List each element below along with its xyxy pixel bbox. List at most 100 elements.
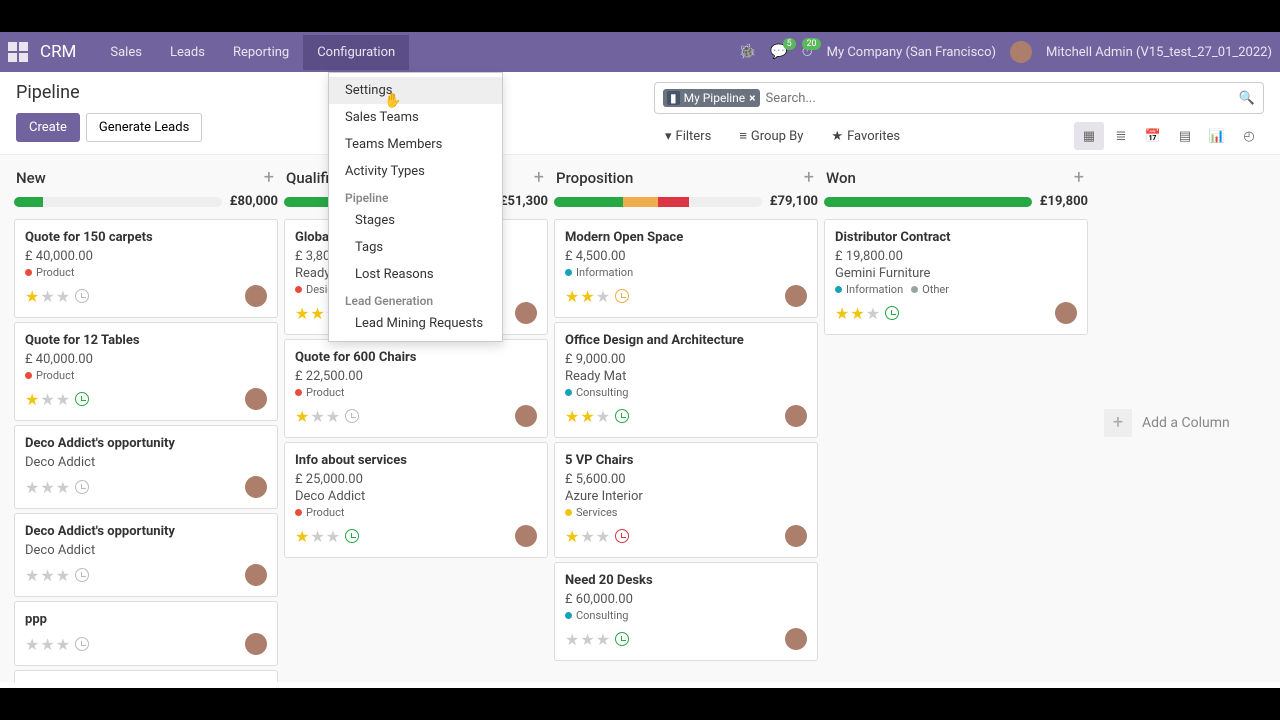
menu-tags[interactable]: Tags	[329, 234, 502, 261]
kanban-card[interactable]: Quote for 150 carpets£ 40,000.00Product★…	[14, 219, 278, 318]
avatar-icon[interactable]	[245, 633, 267, 655]
kanban-card[interactable]: Office Design and Architecture£ 9,000.00…	[554, 322, 818, 438]
menu-activity-types[interactable]: Activity Types	[329, 158, 502, 185]
apps-icon[interactable]	[8, 42, 28, 62]
avatar-icon[interactable]	[245, 285, 267, 307]
menu-settings[interactable]: Settings	[329, 77, 502, 104]
kanban-card[interactable]: Modern Open Space£ 4,500.00Information★★…	[554, 219, 818, 318]
avatar-icon[interactable]	[245, 388, 267, 410]
kanban-card[interactable]: Deco Addict's opportunityDeco Addict★★★	[14, 513, 278, 597]
quick-add-icon[interactable]: +	[1074, 167, 1084, 188]
search-box[interactable]: ▮My Pipeline× 🔍	[654, 82, 1264, 114]
kanban-card[interactable]: Info about services£ 25,000.00Deco Addic…	[284, 442, 548, 558]
avatar-icon[interactable]	[785, 525, 807, 547]
quick-add-icon[interactable]: +	[264, 167, 274, 188]
kanban-card[interactable]: Quote for 600 Chairs£ 22,500.00Product★★…	[284, 339, 548, 438]
list-view-icon[interactable]: ≣	[1106, 122, 1136, 150]
kanban-card[interactable]: Need 20 Desks£ 60,000.00Consulting★★★	[554, 562, 818, 661]
kanban-card[interactable]: ppp★★★	[14, 601, 278, 666]
activity-clock-icon[interactable]	[885, 306, 899, 320]
priority-stars[interactable]: ★★★	[25, 635, 89, 654]
card-subtitle: Gemini Furniture	[835, 266, 1077, 281]
activity-clock-icon[interactable]	[75, 392, 89, 406]
pivot-view-icon[interactable]: ▤	[1170, 122, 1200, 150]
calendar-view-icon[interactable]: 📅	[1138, 122, 1168, 150]
avatar-icon[interactable]	[785, 285, 807, 307]
avatar-icon[interactable]	[785, 628, 807, 650]
nav-sales[interactable]: Sales	[96, 35, 156, 70]
debug-icon[interactable]	[739, 44, 756, 60]
generate-leads-button[interactable]: Generate Leads	[86, 113, 202, 142]
kanban-card[interactable]: 5 VP Chairs£ 5,600.00Azure InteriorServi…	[554, 442, 818, 558]
filters-button[interactable]: ▾ Filters	[654, 122, 722, 150]
priority-stars[interactable]: ★★★	[25, 287, 89, 306]
column-progress[interactable]	[824, 197, 1032, 207]
groupby-button[interactable]: ≡ Group By	[728, 122, 814, 150]
avatar-icon[interactable]	[785, 405, 807, 427]
graph-view-icon[interactable]: 📊	[1202, 122, 1232, 150]
add-column[interactable]: +Add a Column	[1094, 163, 1240, 682]
priority-stars[interactable]: ★★★	[835, 304, 899, 323]
menu-teams-members[interactable]: Teams Members	[329, 131, 502, 158]
messages-icon[interactable]: 5	[770, 44, 787, 60]
nav-reporting[interactable]: Reporting	[219, 35, 303, 70]
activity-clock-icon[interactable]	[345, 409, 359, 423]
menu-lead-mining[interactable]: Lead Mining Requests	[329, 310, 502, 337]
priority-stars[interactable]: ★★★	[25, 478, 89, 497]
menu-stages[interactable]: Stages	[329, 207, 502, 234]
app-brand[interactable]: CRM	[40, 42, 76, 62]
favorites-button[interactable]: ★ Favorites	[820, 122, 911, 150]
activity-clock-icon[interactable]	[75, 637, 89, 651]
activity-clock-icon[interactable]	[615, 529, 629, 543]
activity-clock-icon[interactable]	[75, 289, 89, 303]
column-title[interactable]: Won	[826, 169, 856, 187]
priority-stars[interactable]: ★★★	[295, 527, 359, 546]
activity-clock-icon[interactable]	[615, 632, 629, 646]
avatar-icon[interactable]	[515, 525, 537, 547]
avatar-icon[interactable]	[245, 564, 267, 586]
activity-clock-icon[interactable]	[345, 529, 359, 543]
menu-lost-reasons[interactable]: Lost Reasons	[329, 261, 502, 288]
avatar-icon[interactable]	[1055, 302, 1077, 324]
priority-stars[interactable]: ★★★	[565, 407, 629, 426]
activity-view-icon[interactable]: ◴	[1234, 122, 1264, 150]
quick-add-icon[interactable]: +	[534, 167, 544, 188]
company-switcher[interactable]: My Company (San Francisco)	[827, 45, 996, 60]
priority-stars[interactable]: ★★★	[295, 407, 359, 426]
card-amount: £ 19,800.00	[835, 249, 1077, 264]
search-icon[interactable]: 🔍	[1239, 91, 1255, 106]
avatar-icon[interactable]	[515, 302, 537, 324]
menu-sales-teams[interactable]: Sales Teams	[329, 104, 502, 131]
nav-leads[interactable]: Leads	[156, 35, 219, 70]
avatar-icon[interactable]	[515, 405, 537, 427]
column-title[interactable]: Proposition	[556, 169, 633, 187]
create-button[interactable]: Create	[16, 113, 80, 142]
activity-clock-icon[interactable]	[75, 568, 89, 582]
kanban-card[interactable]: Distributor Contract£ 19,800.00Gemini Fu…	[824, 219, 1088, 335]
activity-clock-icon[interactable]	[75, 480, 89, 494]
priority-stars[interactable]: ★★★	[25, 566, 89, 585]
nav-configuration[interactable]: Configuration	[303, 35, 409, 70]
kanban-card[interactable]: Quote for 12 Tables£ 40,000.00Product★★★	[14, 322, 278, 421]
remove-facet-icon[interactable]: ×	[749, 91, 755, 105]
priority-stars[interactable]: ★★★	[565, 527, 629, 546]
kanban-card[interactable]: Deco Addict's opportunityDeco Addict★★★	[14, 425, 278, 509]
search-facet[interactable]: ▮My Pipeline×	[663, 89, 760, 107]
search-input[interactable]	[760, 91, 1239, 106]
kanban-card[interactable]: Addison Olson's opportunity	[14, 670, 278, 682]
priority-stars[interactable]: ★★★	[565, 630, 629, 649]
priority-stars[interactable]: ★★★	[565, 287, 629, 306]
kanban-view-icon[interactable]: ▦	[1074, 122, 1104, 150]
column-title[interactable]: New	[16, 169, 46, 187]
column-progress[interactable]	[554, 197, 762, 207]
user-avatar-icon[interactable]	[1010, 41, 1032, 63]
activity-clock-icon[interactable]	[615, 289, 629, 303]
activities-icon[interactable]: 20	[802, 44, 813, 60]
column-progress[interactable]	[14, 197, 222, 207]
activity-clock-icon[interactable]	[615, 409, 629, 423]
card-subtitle: Ready Mat	[565, 369, 807, 384]
user-menu[interactable]: Mitchell Admin (V15_test_27_01_2022)	[1046, 45, 1272, 60]
priority-stars[interactable]: ★★★	[25, 390, 89, 409]
quick-add-icon[interactable]: +	[804, 167, 814, 188]
avatar-icon[interactable]	[245, 476, 267, 498]
